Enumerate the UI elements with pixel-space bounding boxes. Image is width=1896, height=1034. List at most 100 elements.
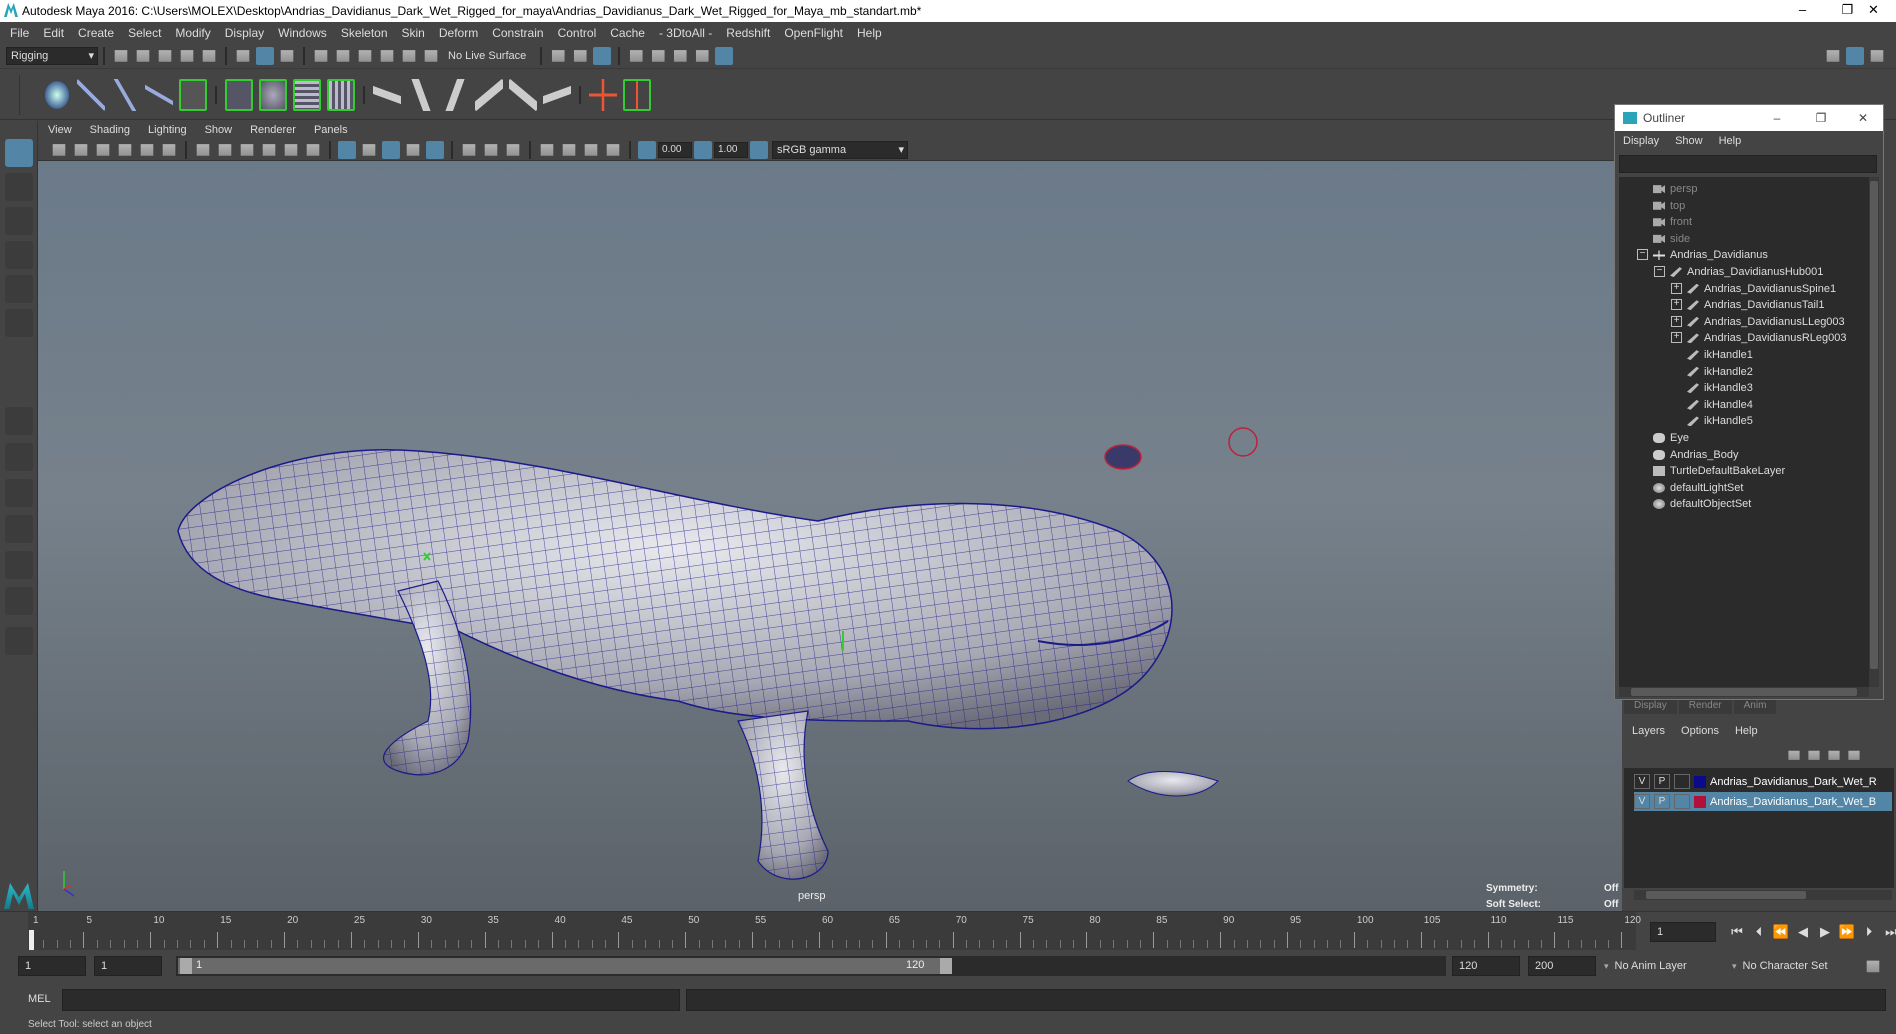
- eye-control[interactable]: [1228, 427, 1258, 457]
- joint-tool-icon[interactable]: [43, 78, 71, 111]
- color-management-icon[interactable]: [750, 140, 768, 159]
- paint-select-tool-icon[interactable]: [5, 207, 33, 235]
- render-settings-icon[interactable]: [695, 50, 709, 62]
- construction-history-icon[interactable]: [573, 50, 587, 62]
- menu-openflight[interactable]: OpenFlight: [784, 26, 843, 40]
- persp-outliner-layout-icon[interactable]: [5, 515, 33, 543]
- screen-space-ao-icon[interactable]: [506, 144, 520, 156]
- mirror-joint-icon[interactable]: [145, 78, 173, 111]
- range-slider-bar-fill[interactable]: [178, 958, 948, 974]
- ambient-occlusion-icon[interactable]: [406, 144, 420, 156]
- ipr-icon[interactable]: [673, 50, 687, 62]
- menu-3dtoall[interactable]: - 3DtoAll -: [659, 26, 712, 40]
- outliner-menu-show[interactable]: Show: [1675, 135, 1703, 147]
- move-tool-icon[interactable]: [5, 241, 33, 269]
- xray-joints-icon[interactable]: [362, 144, 376, 156]
- film-gate-icon[interactable]: [162, 144, 176, 156]
- outliner-item[interactable]: ikHandle5: [1687, 411, 1753, 431]
- layer-menu-options[interactable]: Options: [1681, 725, 1719, 737]
- rotate-tool-icon[interactable]: [5, 275, 33, 303]
- expand-toggle-icon[interactable]: +: [1671, 299, 1682, 311]
- xray-icon[interactable]: [338, 140, 356, 159]
- orient-constraint-icon[interactable]: [441, 78, 469, 111]
- ipr-render-icon[interactable]: [651, 50, 665, 62]
- resolution-gate-icon[interactable]: [540, 144, 554, 156]
- menu-constrain[interactable]: Constrain: [492, 26, 543, 40]
- viewport-menu-show[interactable]: Show: [205, 124, 233, 136]
- save-scene-icon[interactable]: [158, 50, 172, 62]
- hypershade-icon[interactable]: [715, 46, 734, 65]
- grid-toggle-icon[interactable]: [140, 144, 154, 156]
- layer-color-swatch[interactable]: [1694, 775, 1706, 788]
- outliner-search-field[interactable]: [1619, 155, 1877, 173]
- outliner-title-bar[interactable]: Outliner – ❐ ✕: [1615, 105, 1883, 131]
- point-constraint-icon[interactable]: [373, 78, 401, 111]
- pole-vector-constraint-icon[interactable]: [543, 78, 571, 111]
- scale-constraint-icon[interactable]: [475, 78, 503, 111]
- layer-visibility-toggle[interactable]: V: [1634, 794, 1650, 809]
- outliner-minimize-button[interactable]: –: [1755, 111, 1799, 125]
- range-slider[interactable]: 1 120: [176, 956, 1446, 976]
- expand-toggle-icon[interactable]: +: [1671, 282, 1682, 294]
- salamander-model[interactable]: [38, 161, 1622, 911]
- layer-visibility-toggle[interactable]: V: [1634, 774, 1650, 789]
- current-frame-field[interactable]: 1: [1650, 922, 1716, 942]
- step-back-key-icon[interactable]: ⏪: [1770, 924, 1792, 940]
- attribute-editor-toggle-icon[interactable]: [1870, 50, 1884, 62]
- move-layer-down-icon[interactable]: [1808, 750, 1820, 760]
- hypershade-layout-icon[interactable]: [5, 587, 33, 615]
- snap-grid-icon[interactable]: [314, 50, 328, 62]
- menu-control[interactable]: Control: [558, 26, 597, 40]
- perspective-viewport[interactable]: Symmetry: Off Soft Select: Off persp: [38, 161, 1622, 911]
- select-camera-icon[interactable]: [52, 144, 66, 156]
- layer-tab-anim[interactable]: Anim: [1733, 700, 1777, 714]
- step-forward-key-icon[interactable]: ⏩: [1836, 924, 1858, 940]
- aim-constraint-icon[interactable]: [407, 78, 435, 111]
- gamma-icon[interactable]: [694, 140, 712, 159]
- side-by-side-layout-icon[interactable]: [5, 479, 33, 507]
- input-output-icon[interactable]: [551, 50, 565, 62]
- set-driven-key-icon[interactable]: [623, 78, 651, 111]
- cluster-icon[interactable]: [259, 78, 287, 111]
- outliner-maximize-button[interactable]: ❐: [1799, 111, 1843, 125]
- locator-icon[interactable]: [589, 78, 617, 111]
- menu-select[interactable]: Select: [128, 26, 161, 40]
- use-all-lights-icon[interactable]: [284, 144, 298, 156]
- exposure-field[interactable]: 0.00: [658, 141, 692, 158]
- anim-layer-dropdown[interactable]: ▾ No Anim Layer: [1604, 956, 1722, 976]
- character-set-dropdown[interactable]: ▾ No Character Set: [1732, 956, 1862, 976]
- layer-tab-render[interactable]: Render: [1678, 700, 1732, 714]
- render-frame-icon[interactable]: [629, 50, 643, 62]
- viewport-menu-panels[interactable]: Panels: [314, 124, 348, 136]
- layer-tab-display[interactable]: Display: [1624, 700, 1677, 714]
- time-slider-ticks[interactable]: 1 5 10 15 20 25 30 35 40 45 50 55 60 65 70 75 80 85 90 95 10…: [28, 912, 1641, 950]
- animation-start-field[interactable]: 1: [18, 956, 86, 976]
- parent-constraint-icon[interactable]: [509, 78, 537, 111]
- color-space-dropdown[interactable]: sRGB gamma ▾: [772, 140, 908, 159]
- scrollbar-thumb[interactable]: [1870, 181, 1878, 669]
- ik-spline-icon[interactable]: [111, 78, 139, 111]
- layer-display-type-toggle[interactable]: [1674, 794, 1690, 809]
- image-plane-icon[interactable]: [118, 144, 132, 156]
- script-language-label[interactable]: MEL: [28, 993, 51, 1005]
- outliner-item[interactable]: defaultObjectSet: [1653, 494, 1751, 514]
- field-chart-icon[interactable]: [584, 144, 598, 156]
- undo-icon[interactable]: [180, 50, 194, 62]
- scrollbar-thumb[interactable]: [1631, 688, 1857, 696]
- layer-playback-toggle[interactable]: P: [1654, 774, 1670, 789]
- viewport-menu-view[interactable]: View: [48, 124, 72, 136]
- new-layer-from-selection-icon[interactable]: [1848, 750, 1860, 760]
- camera-attributes-icon[interactable]: [74, 144, 88, 156]
- expand-toggle-icon[interactable]: −: [1654, 266, 1665, 277]
- live-surface-label[interactable]: No Live Surface: [448, 50, 526, 62]
- snap-view-plane-icon[interactable]: [380, 50, 394, 62]
- menu-modify[interactable]: Modify: [175, 26, 210, 40]
- menu-cache[interactable]: Cache: [610, 26, 645, 40]
- menu-redshift[interactable]: Redshift: [726, 26, 770, 40]
- wireframe-on-shaded-icon[interactable]: [240, 144, 254, 156]
- menu-windows[interactable]: Windows: [278, 26, 327, 40]
- bind-skin-icon[interactable]: [179, 78, 207, 111]
- time-slider[interactable]: 1 5 10 15 20 25 30 35 40 45 50 55 60 65 70 75 80 85 90 95 10…: [0, 911, 1896, 950]
- select-tool-icon[interactable]: [5, 139, 33, 167]
- lasso-tool-icon[interactable]: [5, 173, 33, 201]
